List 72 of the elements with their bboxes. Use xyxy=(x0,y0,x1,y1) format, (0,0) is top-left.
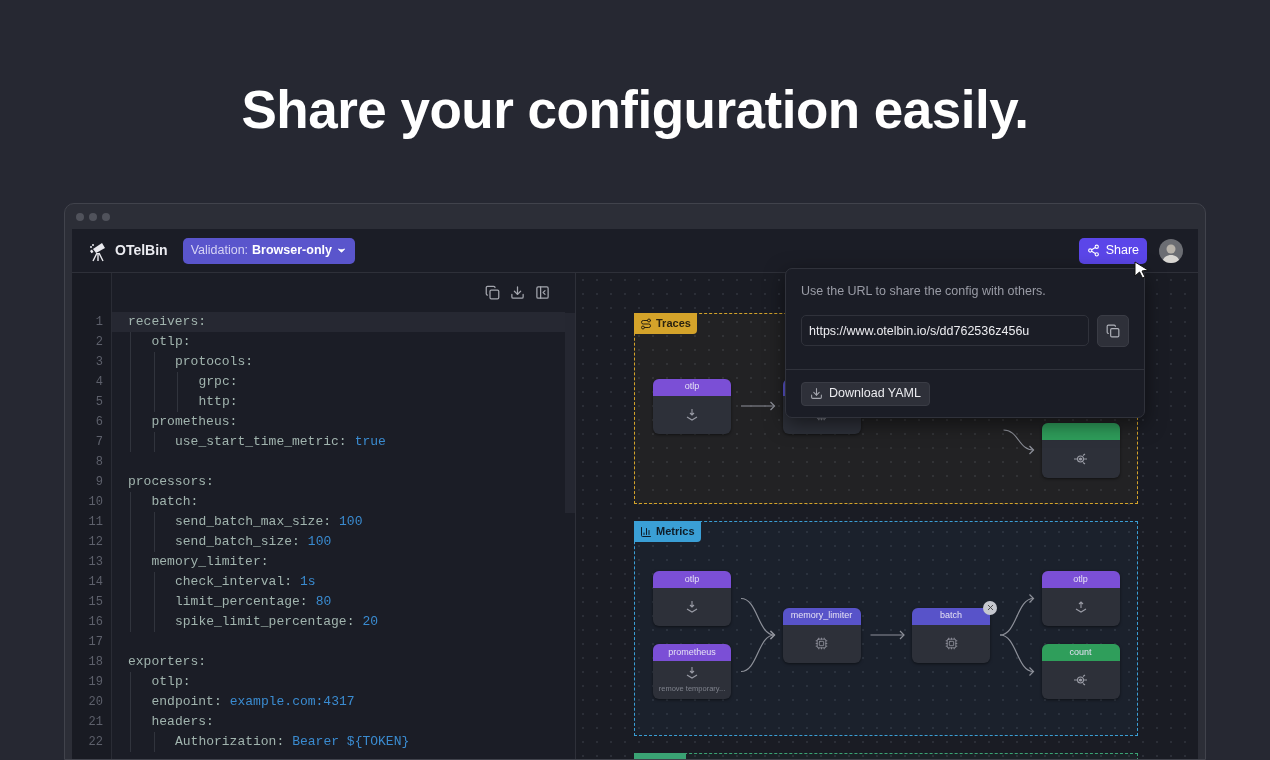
line-number: 9 xyxy=(94,474,104,491)
line-number: 8 xyxy=(94,454,104,471)
share-button[interactable]: Share xyxy=(1078,237,1147,264)
code-key: grpc: xyxy=(198,372,238,392)
code-key: check_interval: xyxy=(175,572,293,592)
code-key: http: xyxy=(198,392,238,412)
pipeline-node[interactable]: otlp xyxy=(1041,571,1120,626)
line-number: 15 xyxy=(87,594,104,611)
line-number: 18 xyxy=(87,654,104,671)
code-value: example.com:4317 xyxy=(229,693,355,711)
code-value: Bearer ${TOKEN} xyxy=(292,733,410,751)
line-number: 7 xyxy=(94,434,104,451)
code-key: use_start_time_metric: xyxy=(175,432,347,452)
code-value: 20 xyxy=(362,613,379,631)
share-hint: Use the URL to share the config with others. xyxy=(801,283,1047,300)
code-key: prometheus: xyxy=(151,412,238,432)
line-number: 14 xyxy=(87,574,104,591)
line-number: 17 xyxy=(87,634,104,651)
code-key: spike_limit_percentage: xyxy=(175,612,355,632)
pipeline-node[interactable]: otlp xyxy=(653,571,731,626)
line-number: 10 xyxy=(87,494,104,511)
code-key: receivers: xyxy=(128,312,206,332)
code-value: 100 xyxy=(339,513,363,531)
code-key: memory_limiter: xyxy=(151,552,269,572)
code-value: 100 xyxy=(307,533,332,551)
node-title: count xyxy=(1069,645,1092,659)
code-key: otlp: xyxy=(151,672,191,692)
code-key: endpoint: xyxy=(151,692,222,712)
line-number: 21 xyxy=(87,714,104,731)
node-title: memory_limiter xyxy=(790,609,853,623)
code-value: 80 xyxy=(315,593,332,611)
node-title: prometheus xyxy=(668,645,716,659)
url-field[interactable]: https://www.otelbin.io/s/dd762536z456u xyxy=(801,315,1089,347)
pipeline-node[interactable]: count xyxy=(1041,644,1120,699)
line-number: 2 xyxy=(94,334,104,351)
line-number: 22 xyxy=(87,734,104,751)
line-number: 4 xyxy=(94,374,104,391)
download-yaml-button[interactable]: Download YAML xyxy=(801,381,930,406)
headline: Share your configuration easily. xyxy=(241,78,1029,141)
pipeline-node[interactable]: batch xyxy=(912,607,990,663)
code-key: exporters: xyxy=(128,652,206,672)
code-key: send_batch_size: xyxy=(175,532,300,552)
code-key: headers: xyxy=(151,712,214,732)
pipeline-node[interactable]: memory_limiter xyxy=(782,607,861,663)
code-key: limit_percentage: xyxy=(175,592,308,612)
node-title: otlp xyxy=(684,572,700,586)
code-key: send_batch_max_size: xyxy=(175,512,332,532)
code-value: true xyxy=(354,433,386,451)
line-number: 20 xyxy=(87,694,104,711)
line-number: 6 xyxy=(94,414,104,431)
code-key: otlp: xyxy=(151,332,191,352)
line-number: 16 xyxy=(87,614,104,631)
node-title: batch xyxy=(940,609,962,623)
line-number: 12 xyxy=(87,534,104,551)
node-title: otlp xyxy=(684,380,700,394)
pipeline-node[interactable]: otlp xyxy=(653,378,731,434)
code-key: protocols: xyxy=(175,352,253,372)
line-number: 13 xyxy=(87,554,104,571)
app-logo: OTelBin xyxy=(115,241,168,260)
node-title: otlp xyxy=(1073,572,1088,586)
line-number: 3 xyxy=(94,354,104,371)
line-number: 5 xyxy=(94,394,104,411)
pipeline-label: Metrics xyxy=(656,524,695,540)
code-key: processors: xyxy=(128,472,214,492)
pipeline-label: Traces xyxy=(656,316,691,332)
code-key: Authorization: xyxy=(175,732,285,752)
code-key: batch: xyxy=(151,492,199,512)
validation-dropdown[interactable]: Validation: Browser-only xyxy=(182,237,355,264)
line-number: 19 xyxy=(87,674,104,691)
line-number: 11 xyxy=(87,514,104,531)
line-number: 1 xyxy=(94,314,104,331)
code-value: 1s xyxy=(300,573,316,591)
